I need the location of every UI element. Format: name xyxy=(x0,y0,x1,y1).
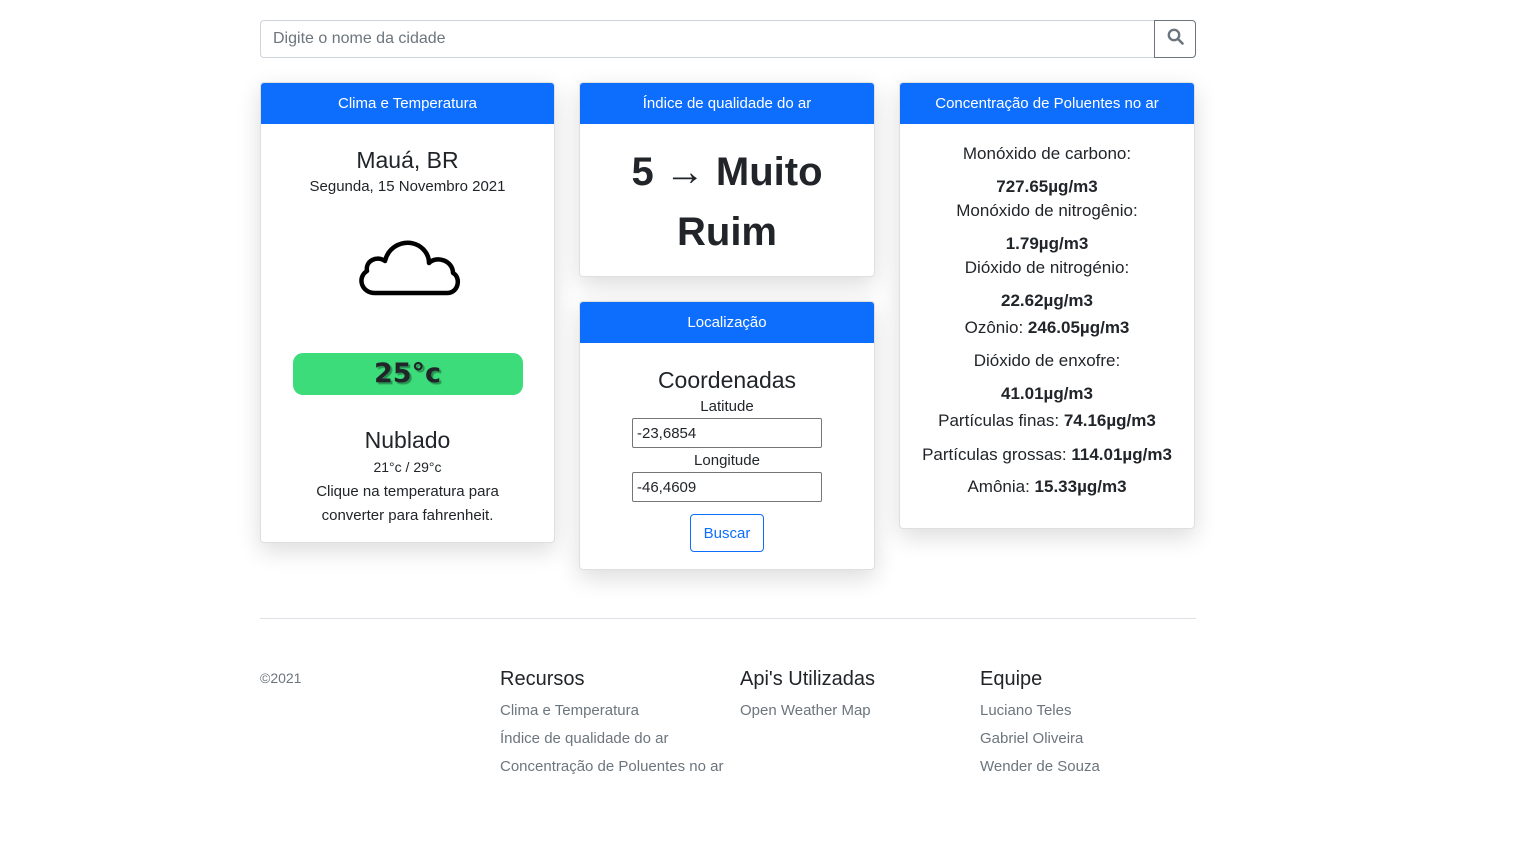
footer-apis-title: Api's Utilizadas xyxy=(740,668,875,690)
location-card: Localização Coordenadas Latitude Longitu… xyxy=(579,301,875,570)
footer-link-poluentes[interactable]: Concentração de Poluentes no ar xyxy=(500,755,725,779)
footer-equipe-title: Equipe xyxy=(980,668,1043,690)
o3-row: Ozônio: 246.05µg/m3 xyxy=(900,316,1194,340)
co-label: Monóxido de carbono: xyxy=(962,144,1132,163)
cloud-icon xyxy=(353,225,463,305)
longitude-label: Longitude xyxy=(694,452,760,469)
copyright: ©2021 xyxy=(260,670,302,686)
coordinates-title: Coordenadas xyxy=(657,367,797,393)
weather-condition: Nublado xyxy=(364,427,451,453)
pm10-label: Partículas grossas: xyxy=(922,445,1067,464)
air-quality-card-header: Índice de qualidade do ar xyxy=(580,83,874,124)
weather-card: Clima e Temperatura Mauá, BR Segunda, 15… xyxy=(260,82,555,543)
so2-value: 41.01µg/m3 xyxy=(1000,384,1093,403)
city-search-input[interactable] xyxy=(260,20,1154,58)
current-date: Segunda, 15 Novembro 2021 xyxy=(309,178,506,195)
pollutants-list: Monóxido de carbono: 727.65µg/m3 Monóxid… xyxy=(900,124,1194,499)
min-max-temperature: 21°c / 29°c xyxy=(373,459,442,475)
pm25-label: Partículas finas: xyxy=(938,411,1060,430)
footer-recursos-title: Recursos xyxy=(500,668,585,690)
nh3-label: Amônia: xyxy=(967,477,1030,496)
footer-link-clima[interactable]: Clima e Temperatura xyxy=(500,699,725,723)
search-button[interactable] xyxy=(1154,20,1196,58)
footer-apis: Api's Utilizadas Open Weather Map xyxy=(740,668,965,727)
no2-value: 22.62µg/m3 xyxy=(1000,291,1093,310)
city-name: Mauá, BR xyxy=(356,147,459,173)
fahrenheit-hint: Clique na temperatura para converter par… xyxy=(316,483,499,524)
pm10-value: 114.01µg/m3 xyxy=(1071,445,1172,464)
latitude-input[interactable] xyxy=(632,418,822,448)
pm25-row: Partículas finas: 74.16µg/m3 xyxy=(900,409,1194,433)
footer-link-qualidade-ar[interactable]: Índice de qualidade do ar xyxy=(500,727,725,751)
no-label: Monóxido de nitrogênio: xyxy=(956,201,1138,220)
weather-card-header: Clima e Temperatura xyxy=(261,83,554,124)
footer-link-luciano[interactable]: Luciano Teles xyxy=(980,699,1205,723)
footer-divider xyxy=(260,618,1196,619)
nh3-row: Amônia: 15.33µg/m3 xyxy=(900,475,1194,499)
no2-label: Dióxido de nitrogénio: xyxy=(964,258,1130,277)
so2-label: Dióxido de enxofre: xyxy=(973,351,1121,370)
nh3-value: 15.33µg/m3 xyxy=(1034,477,1127,496)
co-value: 727.65µg/m3 xyxy=(996,177,1098,196)
pollutants-card-header: Concentração de Poluentes no ar xyxy=(900,83,1194,124)
latitude-label: Latitude xyxy=(700,398,754,415)
search-icon xyxy=(1167,28,1184,50)
footer-recursos: Recursos Clima e Temperatura Índice de q… xyxy=(500,668,725,783)
location-card-header: Localização xyxy=(580,302,874,343)
temperature-toggle[interactable]: 25°c xyxy=(292,353,523,395)
pm10-row: Partículas grossas: 114.01µg/m3 xyxy=(900,443,1194,467)
footer-link-gabriel[interactable]: Gabriel Oliveira xyxy=(980,727,1205,751)
air-quality-index: 5 → Muito Ruim xyxy=(631,150,823,254)
search-bar xyxy=(260,20,1196,58)
footer-link-openweathermap[interactable]: Open Weather Map xyxy=(740,699,965,723)
pollutants-card: Concentração de Poluentes no ar Monóxido… xyxy=(899,82,1195,529)
air-quality-card: Índice de qualidade do ar 5 → Muito Ruim xyxy=(579,82,875,277)
o3-value: 246.05µg/m3 xyxy=(1027,318,1130,337)
footer-equipe: Equipe Luciano Teles Gabriel Oliveira We… xyxy=(980,668,1205,783)
pm25-value: 74.16µg/m3 xyxy=(1063,411,1156,430)
no-value: 1.79µg/m3 xyxy=(1005,234,1089,253)
o3-label: Ozônio: xyxy=(964,318,1024,337)
search-coordinates-button[interactable]: Buscar xyxy=(690,514,764,552)
footer-link-wender[interactable]: Wender de Souza xyxy=(980,755,1205,779)
longitude-input[interactable] xyxy=(632,472,822,502)
